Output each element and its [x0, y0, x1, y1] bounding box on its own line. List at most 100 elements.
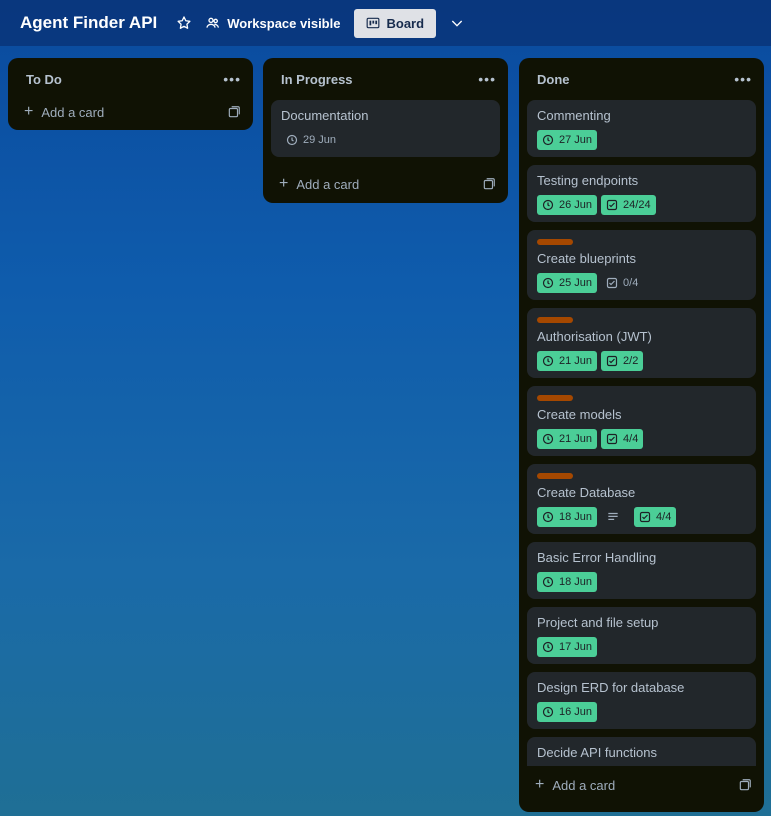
card-title: Documentation: [281, 108, 369, 123]
card-badges: 26 Jun 24/24: [537, 195, 746, 215]
checklist-icon: [639, 511, 651, 523]
due-date-text: 26 Jun: [559, 199, 593, 211]
card-title: Decide API functions: [537, 745, 657, 760]
due-date-badge[interactable]: 25 Jun: [537, 273, 598, 293]
visibility-label: Workspace visible: [227, 15, 341, 31]
done-cards-scroll[interactable]: Commenting 27 Jun Testing endpoints 26 Jun 2…: [519, 100, 764, 766]
card[interactable]: Documentation 29 Jun: [271, 100, 500, 157]
card[interactable]: Create blueprints 25 Jun 0/4: [527, 230, 756, 300]
more-icon[interactable]: •••: [223, 71, 241, 87]
checklist-icon: [606, 355, 618, 367]
card-label[interactable]: [537, 395, 573, 401]
board-title[interactable]: Agent Finder API: [20, 13, 157, 33]
checklist-badge: 2/2: [601, 351, 644, 371]
due-date-badge[interactable]: 18 Jun: [537, 507, 598, 527]
due-date-badge[interactable]: 21 Jun: [537, 429, 598, 449]
clock-icon: [542, 277, 554, 289]
add-card-button[interactable]: + Add a card: [519, 766, 764, 804]
due-date-text: 29 Jun: [303, 134, 337, 146]
plus-icon: +: [24, 103, 34, 120]
clock-icon: [286, 134, 298, 146]
card[interactable]: Commenting 27 Jun: [527, 100, 756, 157]
due-date-badge[interactable]: 27 Jun: [537, 130, 598, 150]
card-label[interactable]: [537, 317, 573, 323]
list-title[interactable]: Done: [537, 72, 570, 87]
chevron-down-icon[interactable]: [444, 10, 470, 36]
due-date-badge[interactable]: 21 Jun: [537, 351, 598, 371]
due-date-badge[interactable]: 18 Jun: [537, 572, 598, 592]
card-title: Commenting: [537, 108, 611, 123]
checklist-badge: 4/4: [601, 429, 644, 449]
checklist-text: 24/24: [623, 199, 651, 211]
due-date-text: 25 Jun: [559, 277, 593, 289]
template-icon[interactable]: [738, 778, 752, 792]
due-date-text: 18 Jun: [559, 576, 593, 588]
clock-icon: [542, 641, 554, 653]
list-title[interactable]: In Progress: [281, 72, 353, 87]
card-title: Testing endpoints: [537, 173, 639, 188]
clock-icon: [542, 355, 554, 367]
list-done: Done ••• Commenting 27 Jun Testing endpoin…: [519, 58, 764, 812]
checklist-icon: [606, 433, 618, 445]
due-date-badge[interactable]: 17 Jun: [537, 637, 598, 657]
card-badges: 16 Jun: [537, 702, 746, 722]
board-header: Agent Finder API Workspace visible Board: [0, 0, 771, 46]
list-title[interactable]: To Do: [26, 72, 62, 87]
checklist-text: 2/2: [623, 355, 639, 367]
card-badges: 29 Jun: [281, 130, 490, 150]
card[interactable]: Decide API functions15 Jun: [527, 737, 756, 766]
card[interactable]: Project and file setup 17 Jun: [527, 607, 756, 664]
card-title: Authorisation (JWT): [537, 329, 652, 344]
add-card-button[interactable]: + Add a card: [263, 165, 508, 203]
checklist-text: 0/4: [623, 277, 639, 289]
card-label[interactable]: [537, 473, 573, 479]
checklist-icon: [606, 199, 618, 211]
more-icon[interactable]: •••: [734, 71, 752, 87]
card[interactable]: Create Database 18 Jun 4/4: [527, 464, 756, 534]
workspace-people-icon: [206, 17, 220, 28]
template-icon[interactable]: [227, 105, 241, 119]
card-title: Project and file setup: [537, 615, 659, 630]
checklist-badge: 0/4: [601, 273, 643, 293]
checklist-badge: 24/24: [601, 195, 656, 215]
checklist-text: 4/4: [623, 433, 639, 445]
card[interactable]: Design ERD for database 16 Jun: [527, 672, 756, 729]
list-todo: To Do ••• + Add a card: [8, 58, 253, 130]
add-card-label: Add a card: [552, 777, 616, 793]
due-date-badge[interactable]: 16 Jun: [537, 702, 598, 722]
card[interactable]: Authorisation (JWT) 21 Jun 2/2: [527, 308, 756, 378]
due-date-text: 17 Jun: [559, 641, 593, 653]
checklist-badge: 4/4: [634, 507, 677, 527]
card-badges: 18 Jun 4/4: [537, 507, 746, 527]
clock-icon: [542, 433, 554, 445]
template-icon[interactable]: [482, 177, 496, 191]
card[interactable]: Basic Error Handling 18 Jun: [527, 542, 756, 599]
due-date-badge[interactable]: 26 Jun: [537, 195, 598, 215]
clock-icon: [542, 199, 554, 211]
description-badge: [601, 507, 630, 527]
star-icon[interactable]: [171, 10, 197, 36]
card-title: Design ERD for database: [537, 680, 685, 695]
card-label[interactable]: [537, 239, 573, 245]
more-icon[interactable]: •••: [478, 71, 496, 87]
card[interactable]: Create models 21 Jun 4/4: [527, 386, 756, 456]
card[interactable]: Testing endpoints 26 Jun 24/24: [527, 165, 756, 222]
due-date-text: 18 Jun: [559, 511, 593, 523]
due-date-badge[interactable]: 29 Jun: [281, 130, 341, 150]
add-card-button[interactable]: + Add a card: [8, 94, 253, 130]
card-badges: 21 Jun 2/2: [537, 351, 746, 371]
add-card-label: Add a card: [296, 176, 360, 192]
card-badges: 27 Jun: [537, 130, 746, 150]
due-date-text: 21 Jun: [559, 433, 593, 445]
clock-icon: [542, 511, 554, 523]
clock-icon: [542, 576, 554, 588]
board-view-button[interactable]: Board: [354, 8, 437, 38]
visibility-button[interactable]: Workspace visible: [205, 15, 340, 31]
due-date-text: 21 Jun: [559, 355, 593, 367]
card-badges: 17 Jun: [537, 637, 746, 657]
board-view-label: Board: [386, 15, 425, 31]
plus-icon: +: [279, 175, 289, 192]
clock-icon: [542, 134, 554, 146]
card-badges: 18 Jun: [537, 572, 746, 592]
card-title: Create Database: [537, 485, 636, 500]
